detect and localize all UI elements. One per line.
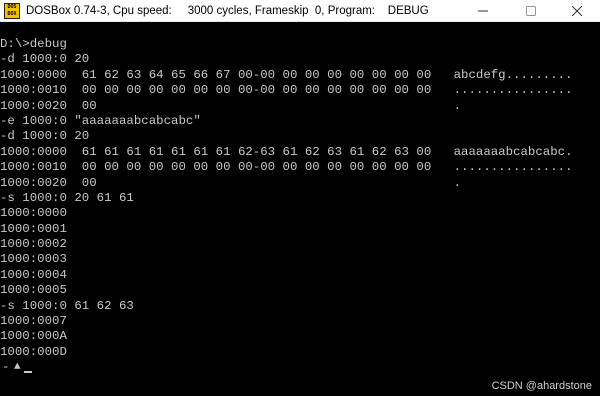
terminal-line: 1000:0010 00 00 00 00 00 00 00 00-00 00 … <box>0 160 573 175</box>
terminal-line: 1000:0001 <box>0 221 67 236</box>
text-cursor <box>24 371 32 374</box>
dos-terminal[interactable]: D:\>debug -d 1000:0 20 1000:0000 61 62 6… <box>0 37 600 377</box>
terminal-line: 1000:0000 61 61 61 61 61 61 61 62-63 61 … <box>0 144 573 159</box>
maximize-icon <box>526 6 536 16</box>
terminal-line: 1000:0005 <box>0 283 67 298</box>
terminal-line: 1000:0004 <box>0 267 67 282</box>
terminal-line: -d 1000:0 20 <box>0 129 90 144</box>
caret-glyph: ▲ <box>14 361 21 374</box>
command-prompt[interactable]: - ▲ <box>0 360 600 375</box>
terminal-line: 1000:0020 00 . <box>0 98 462 113</box>
watermark: CSDN @ahardstone <box>491 380 592 392</box>
terminal-line: 1000:000D <box>0 344 67 359</box>
terminal-line: 1000:0020 00 . <box>0 175 462 190</box>
close-icon <box>572 6 582 16</box>
dosbox-app-icon[interactable]: DOS BOX <box>4 3 20 19</box>
terminal-line: 1000:0003 <box>0 252 67 267</box>
terminal-line: 1000:0000 61 62 63 64 65 66 67 00-00 00 … <box>0 67 573 82</box>
terminal-line: -s 1000:0 20 61 61 <box>0 190 134 205</box>
terminal-line: 1000:0007 <box>0 314 67 329</box>
maximize-button[interactable] <box>508 0 554 22</box>
terminal-line: 1000:0010 00 00 00 00 00 00 00 00-00 00 … <box>0 83 573 98</box>
terminal-line: 1000:000A <box>0 329 67 344</box>
terminal-line: -e 1000:0 "aaaaaaabcabcabc" <box>0 113 201 128</box>
close-button[interactable] <box>554 0 600 22</box>
terminal-line: 1000:0002 <box>0 237 67 252</box>
terminal-line: 1000:0000 <box>0 206 67 221</box>
minimize-icon <box>478 10 488 12</box>
title-bar[interactable]: DOS BOX DOSBox 0.74-3, Cpu speed: 3000 cy… <box>0 0 600 22</box>
window-title: DOSBox 0.74-3, Cpu speed: 3000 cycles, F… <box>26 5 429 17</box>
minimize-button[interactable] <box>460 0 506 22</box>
prompt-dash: - <box>2 360 10 375</box>
terminal-line: -s 1000:0 61 62 63 <box>0 298 134 313</box>
terminal-line: D:\>debug <box>0 37 67 51</box>
terminal-line: -d 1000:0 20 <box>0 52 90 67</box>
